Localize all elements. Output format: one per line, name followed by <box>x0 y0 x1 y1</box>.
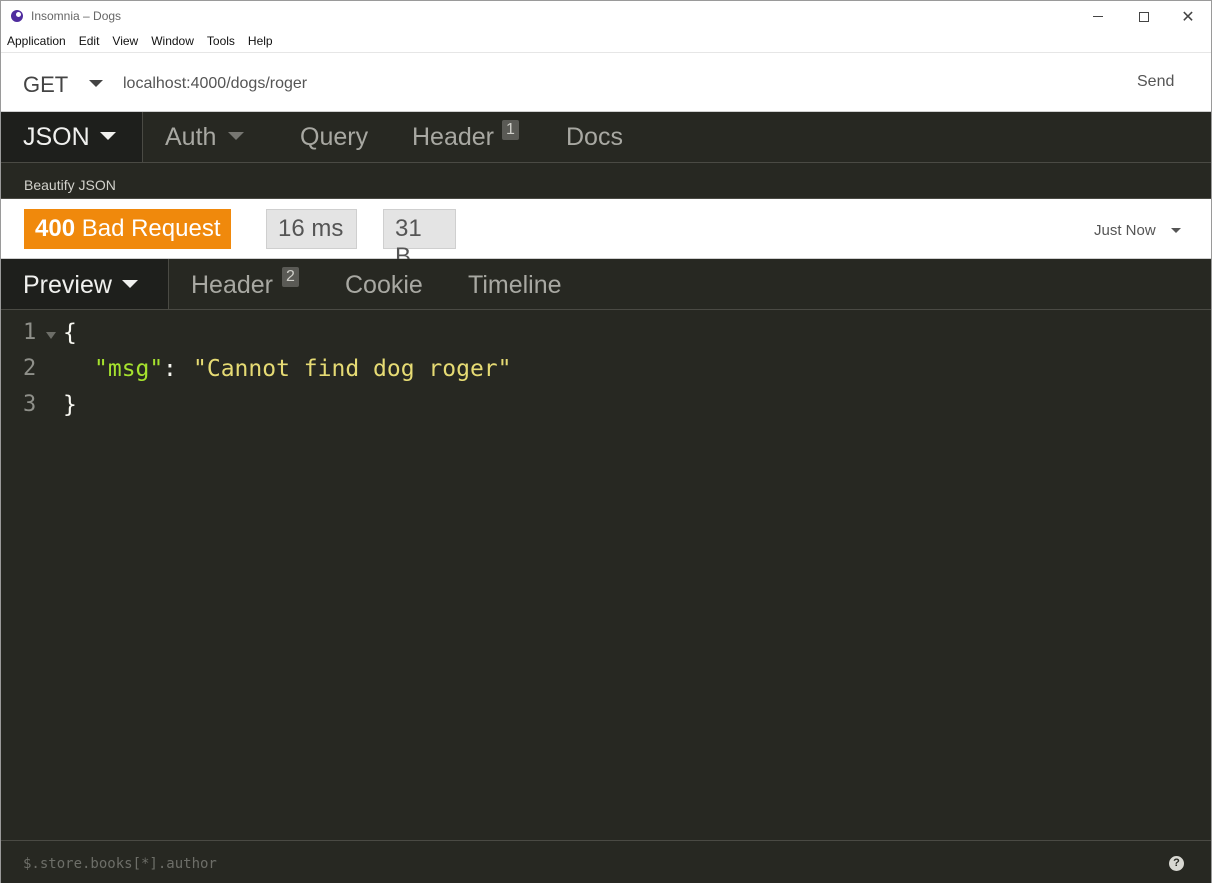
url-bar: GET Send <box>1 52 1211 112</box>
chevron-down-icon <box>99 132 116 141</box>
tab-header[interactable]: Header <box>412 112 494 162</box>
json-value: "Cannot find dog roger" <box>193 356 512 382</box>
close-brace: } <box>63 392 77 418</box>
tab-query-label: Query <box>300 123 369 151</box>
body-toolbar: Beautify JSON <box>1 163 1211 199</box>
tab-query[interactable]: Query <box>300 112 368 162</box>
menu-edit[interactable]: Edit <box>73 32 107 52</box>
json-colon: : <box>163 356 177 382</box>
tab-response-header-label: Header <box>191 271 273 299</box>
close-button[interactable]: ✕ <box>1165 1 1211 32</box>
code-line: 3 } <box>1 392 1211 428</box>
tab-header-label: Header <box>412 123 494 151</box>
code-line: 2 "msg" : "Cannot find dog roger" <box>1 356 1211 392</box>
json-key: "msg" <box>94 356 164 382</box>
tab-body-json[interactable]: JSON <box>1 112 143 162</box>
tab-response-header[interactable]: Header <box>191 259 273 309</box>
maximize-icon <box>1139 11 1149 22</box>
status-badge: 400 Bad Request <box>24 209 232 249</box>
tab-cookie[interactable]: Cookie <box>345 259 423 309</box>
help-icon[interactable]: ? <box>1169 856 1184 871</box>
header-count-badge: 1 <box>502 120 519 140</box>
line-number: 2 <box>23 356 37 381</box>
method-dropdown-icon[interactable] <box>89 80 103 87</box>
fold-toggle-icon[interactable] <box>46 332 56 339</box>
tab-docs[interactable]: Docs <box>566 112 623 162</box>
tab-preview[interactable]: Preview <box>1 259 169 309</box>
response-size-badge: 31 B <box>383 209 456 270</box>
line-number: 3 <box>23 392 37 417</box>
title-bar: Insomnia – Dogs ✕ <box>1 1 1211 32</box>
tab-body-json-label: JSON <box>23 123 90 151</box>
open-brace: { <box>63 320 77 346</box>
tab-timeline-label: Timeline <box>468 271 562 299</box>
response-filter-input[interactable] <box>23 853 723 875</box>
history-dropdown[interactable]: Just Now <box>1094 222 1156 239</box>
window-title: Insomnia – Dogs <box>31 9 122 23</box>
insomnia-logo-icon <box>11 10 23 22</box>
response-preview-code[interactable]: 1 { 2 "msg" : "Cannot find dog roger" 3 … <box>1 310 1211 840</box>
minimize-icon <box>1093 16 1103 17</box>
minimize-button[interactable] <box>1075 1 1121 32</box>
chevron-down-icon <box>228 132 245 141</box>
method-selector[interactable]: GET <box>23 72 68 98</box>
response-time-badge: 16 ms <box>266 209 357 249</box>
close-icon: ✕ <box>1181 7 1195 26</box>
app-window: Insomnia – Dogs ✕ Application Edit View … <box>0 0 1212 883</box>
menu-help[interactable]: Help <box>242 32 280 52</box>
menu-tools[interactable]: Tools <box>201 32 242 52</box>
menu-window[interactable]: Window <box>145 32 201 52</box>
status-code: 400 <box>35 215 76 242</box>
beautify-json-button[interactable]: Beautify JSON <box>24 177 116 193</box>
tab-docs-label: Docs <box>566 123 623 151</box>
send-button[interactable]: Send <box>1137 73 1174 91</box>
request-tabs: JSON Auth Query Header 1 Docs <box>1 112 1211 163</box>
menu-view[interactable]: View <box>106 32 145 52</box>
menu-bar: Application Edit View Window Tools Help <box>1 32 1211 52</box>
line-number: 1 <box>23 320 37 345</box>
tab-auth-label: Auth <box>165 123 217 151</box>
tab-cookie-label: Cookie <box>345 271 423 299</box>
tab-auth[interactable]: Auth <box>165 112 245 162</box>
tab-timeline[interactable]: Timeline <box>468 259 562 309</box>
chevron-down-icon <box>121 280 138 289</box>
response-tabs: Preview Header 2 Cookie Timeline <box>1 259 1211 310</box>
code-line: 1 { <box>1 320 1211 356</box>
response-status-bar: 400 Bad Request 16 ms 31 B Just Now <box>1 199 1211 270</box>
tab-preview-label: Preview <box>23 271 112 299</box>
status-text: Bad Request <box>81 215 221 242</box>
url-input[interactable] <box>123 71 1023 97</box>
response-filter-bar: ? <box>1 840 1211 883</box>
chevron-down-icon[interactable] <box>1171 228 1181 233</box>
maximize-button[interactable] <box>1121 1 1167 32</box>
response-header-count-badge: 2 <box>282 267 299 287</box>
menu-application[interactable]: Application <box>1 32 73 52</box>
